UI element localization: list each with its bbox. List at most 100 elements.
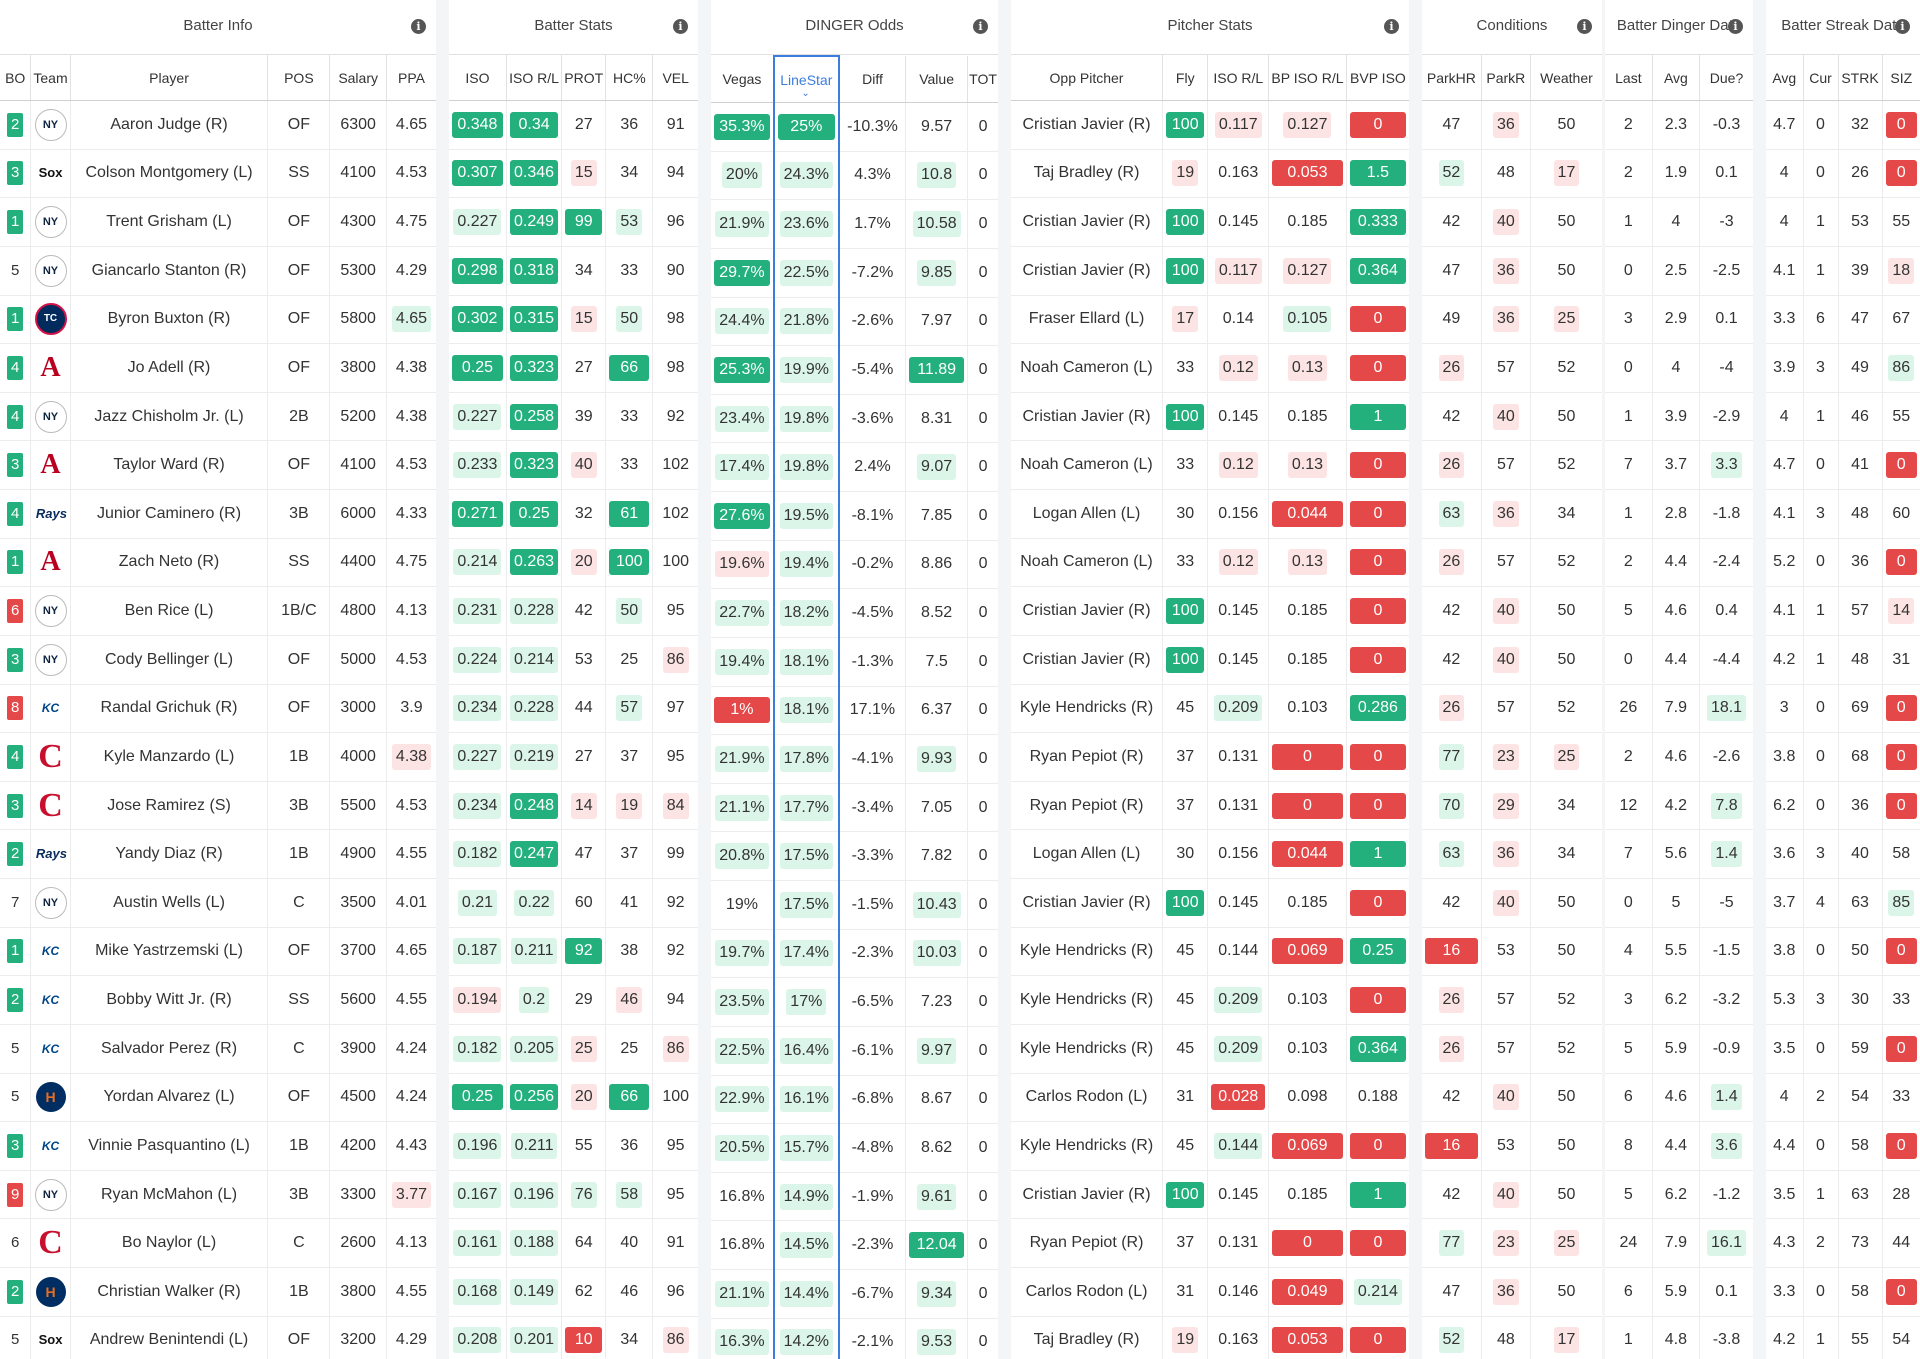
table-row[interactable]: 4.2 1 48 31: [1766, 635, 1920, 685]
table-row[interactable]: 3 0 69 0: [1766, 684, 1920, 734]
table-row[interactable]: 0 4 -4: [1605, 343, 1753, 393]
table-row[interactable]: Kyle Hendricks (R) 45 0.209 0.103 0: [1011, 975, 1409, 1025]
table-row[interactable]: Logan Allen (L) 30 0.156 0.044 1: [1011, 829, 1409, 879]
table-row[interactable]: Ryan Pepiot (R) 37 0.131 0 0: [1011, 781, 1409, 831]
table-row[interactable]: 22.7% 18.2% -4.5% 8.52 0: [711, 588, 998, 638]
table-row[interactable]: 42 40 50: [1422, 878, 1602, 928]
table-row[interactable]: 3 C Jose Ramirez (S) 3B 5500 4.53: [0, 781, 436, 831]
table-row[interactable]: 4 2 54 33: [1766, 1073, 1920, 1123]
table-row[interactable]: 3 6.2 -3.2: [1605, 975, 1753, 1025]
table-row[interactable]: 19.7% 17.4% -2.3% 10.03 0: [711, 929, 998, 979]
table-row[interactable]: 7 5.6 1.4: [1605, 829, 1753, 879]
table-row[interactable]: 21.9% 17.8% -4.1% 9.93 0: [711, 734, 998, 784]
table-row[interactable]: 7 NY Austin Wells (L) C 3500 4.01: [0, 878, 436, 928]
table-row[interactable]: 4.3 2 73 44: [1766, 1218, 1920, 1268]
table-row[interactable]: 9 NY Ryan McMahon (L) 3B 3300 3.77: [0, 1170, 436, 1220]
table-row[interactable]: 0.302 0.315 15 50 98: [449, 295, 698, 345]
cell-player[interactable]: Randal Grichuk (R): [70, 684, 269, 734]
table-row[interactable]: 4 5.5 -1.5: [1605, 927, 1753, 977]
table-row[interactable]: 77 23 25: [1422, 1218, 1602, 1268]
table-row[interactable]: 5.2 0 36 0: [1766, 538, 1920, 588]
table-row[interactable]: 0.234 0.228 44 57 97: [449, 684, 698, 734]
table-row[interactable]: 63 36 34: [1422, 829, 1602, 879]
table-row[interactable]: 21.1% 14.4% -6.7% 9.34 0: [711, 1269, 998, 1319]
table-row[interactable]: Kyle Hendricks (R) 45 0.144 0.069 0.25: [1011, 927, 1409, 977]
table-row[interactable]: 4.2 1 55 54: [1766, 1316, 1920, 1359]
cell-player[interactable]: Jazz Chisholm Jr. (L): [70, 392, 269, 442]
column-header-tot[interactable]: TOT: [967, 56, 998, 103]
table-row[interactable]: 0.208 0.201 10 34 86: [449, 1316, 698, 1359]
table-row[interactable]: 4.1 3 48 60: [1766, 489, 1920, 539]
table-row[interactable]: 19.4% 18.1% -1.3% 7.5 0: [711, 637, 998, 687]
table-row[interactable]: 70 29 34: [1422, 781, 1602, 831]
table-row[interactable]: 16.8% 14.5% -2.3% 12.04 0: [711, 1220, 998, 1270]
table-row[interactable]: 0.194 0.2 29 46 94: [449, 975, 698, 1025]
cell-player[interactable]: Aaron Judge (R): [70, 100, 269, 150]
table-row[interactable]: 8 KC Randal Grichuk (R) OF 3000 3.9: [0, 684, 436, 734]
column-header-prot[interactable]: PROT: [561, 55, 607, 101]
table-row[interactable]: 21.9% 23.6% 1.7% 10.58 0: [711, 199, 998, 249]
table-row[interactable]: Taj Bradley (R) 19 0.163 0.053 0: [1011, 1316, 1409, 1359]
column-header-due[interactable]: Due?: [1699, 55, 1753, 101]
table-row[interactable]: 16 53 50: [1422, 1121, 1602, 1171]
table-row[interactable]: 5 H Yordan Alvarez (L) OF 4500 4.24: [0, 1073, 436, 1123]
cell-player[interactable]: Austin Wells (L): [70, 878, 269, 928]
table-row[interactable]: 0.182 0.205 25 25 86: [449, 1024, 698, 1074]
column-header-iso-r-l[interactable]: ISO R/L: [506, 55, 563, 101]
table-row[interactable]: 1% 18.1% 17.1% 6.37 0: [711, 686, 998, 736]
table-row[interactable]: Noah Cameron (L) 33 0.12 0.13 0: [1011, 538, 1409, 588]
cell-player[interactable]: Salvador Perez (R): [70, 1024, 269, 1074]
table-row[interactable]: 35.3% 25% -10.3% 9.57 0: [711, 102, 998, 152]
table-row[interactable]: 3.7 4 63 85: [1766, 878, 1920, 928]
table-row[interactable]: 4.7 0 41 0: [1766, 440, 1920, 490]
table-row[interactable]: 3.5 0 59 0: [1766, 1024, 1920, 1074]
column-header-diff[interactable]: Diff: [838, 56, 907, 103]
table-row[interactable]: 0.227 0.249 99 53 96: [449, 197, 698, 247]
column-header-player[interactable]: Player: [70, 55, 269, 101]
cell-player[interactable]: Giancarlo Stanton (R): [70, 246, 269, 296]
info-icon[interactable]: i: [1728, 19, 1743, 34]
table-row[interactable]: 6 C Bo Naylor (L) C 2600 4.13: [0, 1218, 436, 1268]
cell-player[interactable]: Cody Bellinger (L): [70, 635, 269, 685]
cell-player[interactable]: Andrew Benintendi (L): [70, 1316, 269, 1359]
column-header-vegas[interactable]: Vegas: [711, 56, 775, 103]
info-icon[interactable]: i: [1577, 19, 1592, 34]
table-row[interactable]: 3.5 1 63 28: [1766, 1170, 1920, 1220]
table-row[interactable]: 5 KC Salvador Perez (R) C 3900 4.24: [0, 1024, 436, 1074]
table-row[interactable]: 0.307 0.346 15 34 94: [449, 149, 698, 199]
table-row[interactable]: 1 A Zach Neto (R) SS 4400 4.75: [0, 538, 436, 588]
table-row[interactable]: 20.8% 17.5% -3.3% 7.82 0: [711, 831, 998, 881]
table-row[interactable]: 21.1% 17.7% -3.4% 7.05 0: [711, 783, 998, 833]
cell-player[interactable]: Jose Ramirez (S): [70, 781, 269, 831]
table-row[interactable]: 12 4.2 7.8: [1605, 781, 1753, 831]
table-row[interactable]: 47 36 50: [1422, 1267, 1602, 1317]
table-row[interactable]: 26 57 52: [1422, 538, 1602, 588]
cell-player[interactable]: Yordan Alvarez (L): [70, 1073, 269, 1123]
table-row[interactable]: 42 40 50: [1422, 635, 1602, 685]
table-row[interactable]: 6.2 0 36 0: [1766, 781, 1920, 831]
table-row[interactable]: 26 57 52: [1422, 684, 1602, 734]
table-row[interactable]: 26 57 52: [1422, 343, 1602, 393]
table-row[interactable]: 0.167 0.196 76 58 95: [449, 1170, 698, 1220]
column-header-pos[interactable]: POS: [267, 55, 331, 101]
table-row[interactable]: 63 36 34: [1422, 489, 1602, 539]
table-row[interactable]: 17.4% 19.8% 2.4% 9.07 0: [711, 442, 998, 492]
column-header-bp-iso-r-l[interactable]: BP ISO R/L: [1268, 55, 1347, 101]
cell-player[interactable]: Colson Montgomery (L): [70, 149, 269, 199]
table-row[interactable]: 0 2.5 -2.5: [1605, 246, 1753, 296]
column-header-parkhr[interactable]: ParkHR: [1422, 55, 1482, 101]
table-row[interactable]: 19.6% 19.4% -0.2% 8.86 0: [711, 540, 998, 590]
table-row[interactable]: 29.7% 22.5% -7.2% 9.85 0: [711, 248, 998, 298]
column-header-team[interactable]: Team: [30, 55, 71, 101]
table-row[interactable]: 6 4.6 1.4: [1605, 1073, 1753, 1123]
table-row[interactable]: 1 KC Mike Yastrzemski (L) OF 3700 4.65: [0, 927, 436, 977]
cell-player[interactable]: Trent Grisham (L): [70, 197, 269, 247]
column-header-weather[interactable]: Weather: [1530, 55, 1602, 101]
info-icon[interactable]: i: [973, 19, 988, 34]
table-row[interactable]: 3.6 3 40 58: [1766, 829, 1920, 879]
table-row[interactable]: 0.298 0.318 34 33 90: [449, 246, 698, 296]
table-row[interactable]: 2 4.4 -2.4: [1605, 538, 1753, 588]
column-header-iso[interactable]: ISO: [449, 55, 507, 101]
column-header-siz[interactable]: SIZ: [1882, 55, 1920, 101]
table-row[interactable]: 25.3% 19.9% -5.4% 11.89 0: [711, 345, 998, 395]
